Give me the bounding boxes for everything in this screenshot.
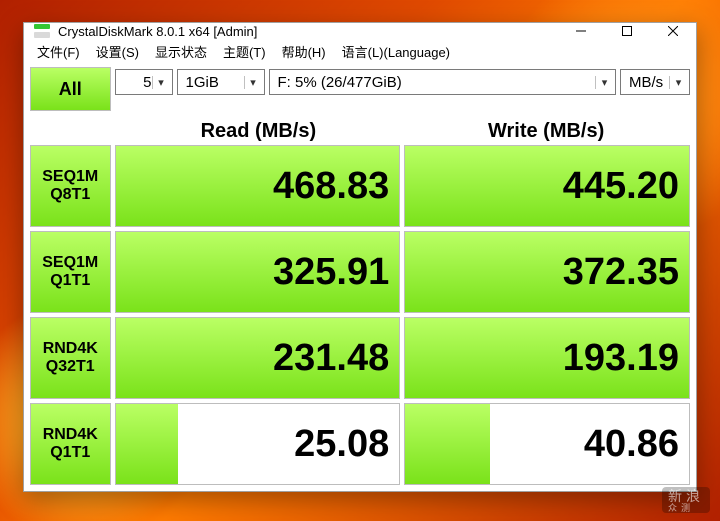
row-label-2: Q1T1 xyxy=(50,272,90,290)
write-value: 445.20 xyxy=(405,146,689,226)
table-row: RND4KQ1T125.0840.86 xyxy=(30,403,690,485)
close-button[interactable] xyxy=(650,23,696,39)
chevron-down-icon: ▾ xyxy=(669,76,687,89)
title-bar: CrystalDiskMark 8.0.1 x64 [Admin] xyxy=(24,23,696,40)
menu-file[interactable]: 文件(F) xyxy=(30,40,87,63)
write-value: 40.86 xyxy=(405,404,689,484)
app-window: CrystalDiskMark 8.0.1 x64 [Admin] 文件(F) … xyxy=(23,22,697,492)
write-value: 193.19 xyxy=(405,318,689,398)
app-icon xyxy=(34,24,50,38)
read-value: 231.48 xyxy=(116,318,400,398)
chevron-down-icon: ▾ xyxy=(595,76,613,89)
test-button-seq1m-q8t1[interactable]: SEQ1MQ8T1 xyxy=(30,145,111,227)
menu-theme[interactable]: 主题(T) xyxy=(216,40,273,63)
menu-display-state[interactable]: 显示状态 xyxy=(148,40,214,63)
read-cell: 231.48 xyxy=(115,317,401,399)
test-count-select[interactable]: 5 ▾ xyxy=(115,69,173,95)
row-label-2: Q1T1 xyxy=(50,444,90,462)
watermark-line1: 新浪 xyxy=(668,488,704,504)
drive-select[interactable]: F: 5% (26/477GiB) ▾ xyxy=(269,69,617,95)
write-cell: 193.19 xyxy=(404,317,690,399)
unit-value: MB/s xyxy=(629,74,663,91)
write-value: 372.35 xyxy=(405,232,689,312)
read-value: 468.83 xyxy=(116,146,400,226)
maximize-button[interactable] xyxy=(604,23,650,39)
test-button-seq1m-q1t1[interactable]: SEQ1MQ1T1 xyxy=(30,231,111,313)
menu-settings[interactable]: 设置(S) xyxy=(89,40,146,63)
row-label-2: Q32T1 xyxy=(46,358,95,376)
row-label-1: RND4K xyxy=(43,426,98,444)
read-cell: 25.08 xyxy=(115,403,401,485)
test-count-value: 5 xyxy=(143,74,151,91)
window-title: CrystalDiskMark 8.0.1 x64 [Admin] xyxy=(58,24,558,39)
menu-language[interactable]: 语言(L)(Language) xyxy=(335,40,457,63)
chevron-down-icon: ▾ xyxy=(152,76,170,89)
write-cell: 40.86 xyxy=(404,403,690,485)
row-label-1: SEQ1M xyxy=(42,254,98,272)
drive-value: F: 5% (26/477GiB) xyxy=(278,74,402,91)
write-cell: 372.35 xyxy=(404,231,690,313)
read-value: 325.91 xyxy=(116,232,400,312)
row-label-1: RND4K xyxy=(43,340,98,358)
row-label-2: Q8T1 xyxy=(50,186,90,204)
write-cell: 445.20 xyxy=(404,145,690,227)
table-row: SEQ1MQ8T1468.83445.20 xyxy=(30,145,690,227)
results-table: SEQ1MQ8T1468.83445.20SEQ1MQ1T1325.91372.… xyxy=(30,145,690,485)
menu-help[interactable]: 帮助(H) xyxy=(275,40,333,63)
unit-select[interactable]: MB/s ▾ xyxy=(620,69,690,95)
test-size-value: 1GiB xyxy=(186,74,219,91)
minimize-button[interactable] xyxy=(558,23,604,39)
main-panel: All 5 ▾ 1GiB ▾ F: 5% (26/477GiB) ▾ xyxy=(24,63,696,491)
chevron-down-icon: ▾ xyxy=(244,76,262,89)
read-cell: 468.83 xyxy=(115,145,401,227)
test-size-select[interactable]: 1GiB ▾ xyxy=(177,69,265,95)
table-row: RND4KQ32T1231.48193.19 xyxy=(30,317,690,399)
header-read: Read (MB/s) xyxy=(115,120,403,143)
read-cell: 325.91 xyxy=(115,231,401,313)
run-all-label: All xyxy=(59,79,82,100)
header-write: Write (MB/s) xyxy=(402,120,690,143)
menu-bar: 文件(F) 设置(S) 显示状态 主题(T) 帮助(H) 语言(L)(Langu… xyxy=(24,40,696,63)
test-button-rnd4k-q32t1[interactable]: RND4KQ32T1 xyxy=(30,317,111,399)
table-row: SEQ1MQ1T1325.91372.35 xyxy=(30,231,690,313)
watermark-line2: 众测 xyxy=(668,504,704,513)
run-all-button[interactable]: All xyxy=(30,67,111,111)
read-value: 25.08 xyxy=(116,404,400,484)
row-label-1: SEQ1M xyxy=(42,168,98,186)
watermark: 新浪 众测 xyxy=(662,487,710,513)
test-button-rnd4k-q1t1[interactable]: RND4KQ1T1 xyxy=(30,403,111,485)
